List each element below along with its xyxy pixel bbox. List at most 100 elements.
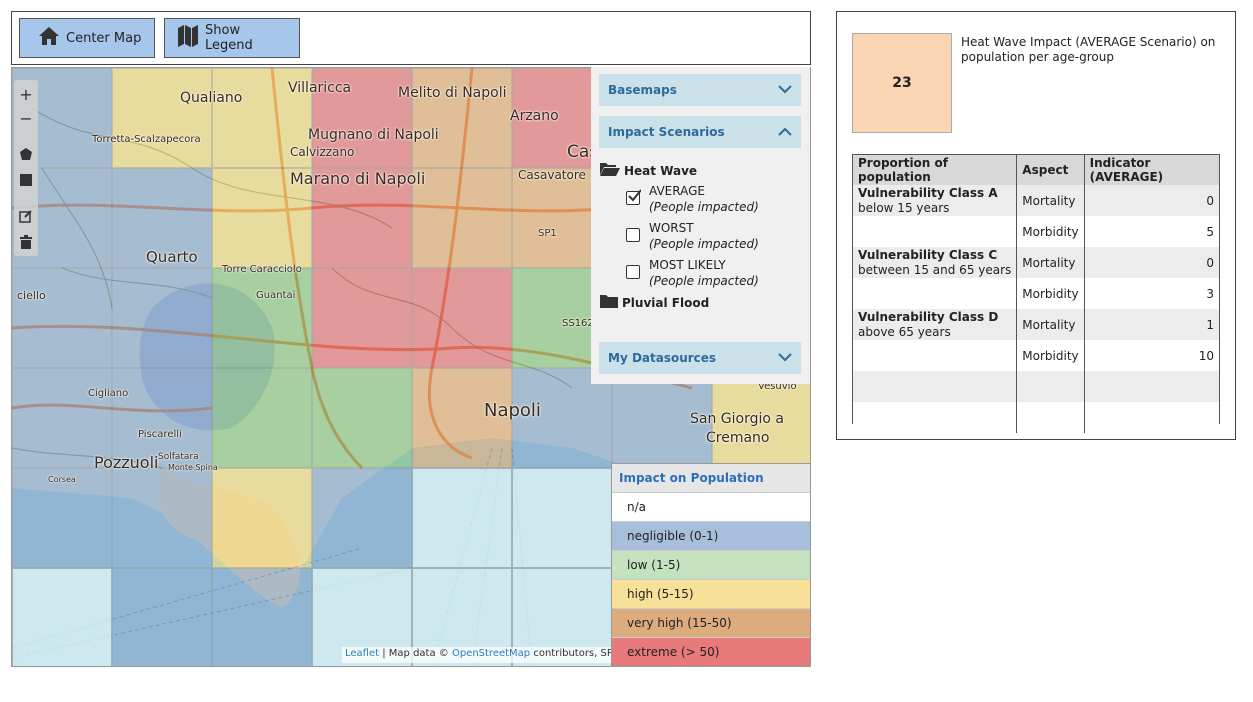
scenario-checkbox-checked[interactable] bbox=[626, 189, 641, 205]
place-label: Melito di Napoli bbox=[398, 85, 507, 101]
impact-cell[interactable] bbox=[412, 468, 512, 568]
impact-cell[interactable] bbox=[312, 368, 412, 468]
impact-cell[interactable] bbox=[212, 268, 312, 368]
vulnerability-cell: Vulnerability Class Cbetween 15 and 65 y… bbox=[853, 247, 1018, 278]
impact-cell[interactable] bbox=[412, 168, 512, 268]
place-label: Calvizzano bbox=[290, 145, 355, 159]
place-label: Quarto bbox=[146, 248, 198, 266]
scenario-checkbox[interactable] bbox=[626, 265, 640, 279]
basemaps-accordion[interactable]: Basemaps bbox=[599, 74, 801, 106]
place-label: Cremano bbox=[706, 430, 770, 446]
chevron-down-icon bbox=[778, 83, 792, 97]
show-legend-label: Show Legend bbox=[205, 23, 253, 53]
table-row: Vulnerability Class Cbetween 15 and 65 y… bbox=[853, 247, 1219, 278]
age-range: above 65 years bbox=[858, 324, 951, 339]
impact-value-badge: 23 bbox=[852, 33, 952, 133]
impact-cell[interactable] bbox=[12, 268, 112, 368]
legend-item: high (5-15) bbox=[612, 579, 810, 608]
empty-cell bbox=[1084, 402, 1219, 433]
basemaps-label: Basemaps bbox=[608, 83, 677, 97]
center-map-button[interactable]: Center Map bbox=[19, 18, 155, 58]
indicator-cell: 0 bbox=[1084, 247, 1219, 278]
scenario-checkbox[interactable] bbox=[626, 228, 640, 242]
place-label: Torre Caracciolo bbox=[222, 264, 302, 275]
pluvial-flood-folder[interactable]: Pluvial Flood bbox=[600, 294, 709, 311]
place-label: Marano di Napoli bbox=[290, 169, 426, 188]
osm-link[interactable]: OpenStreetMap bbox=[452, 648, 530, 659]
table-row: Morbidity 5 bbox=[853, 216, 1219, 247]
impact-summary-panel: 23 Heat Wave Impact (AVERAGE Scenario) o… bbox=[836, 11, 1236, 440]
vulnerability-cell bbox=[853, 278, 1018, 309]
impact-cell[interactable] bbox=[212, 568, 312, 666]
aspect-cell: Morbidity bbox=[1016, 340, 1085, 371]
leaflet-link[interactable]: Leaflet bbox=[345, 648, 379, 659]
impact-cell[interactable] bbox=[112, 468, 212, 568]
impact-cell[interactable] bbox=[112, 68, 212, 168]
column-header: Indicator (AVERAGE) bbox=[1084, 155, 1219, 185]
place-label: Casavatore bbox=[518, 168, 586, 182]
scenario-sub: (People impacted) bbox=[649, 274, 759, 288]
zoom-out-button[interactable]: − bbox=[14, 106, 38, 130]
legend-item: extreme (> 50) bbox=[612, 637, 810, 666]
indicator-cell: 1 bbox=[1084, 309, 1219, 340]
age-range: below 15 years bbox=[858, 200, 950, 215]
chevron-up-icon bbox=[778, 125, 792, 139]
aspect-cell: Mortality bbox=[1016, 309, 1085, 340]
place-label: SP1 bbox=[538, 228, 557, 239]
delete-layers-icon[interactable] bbox=[14, 230, 38, 254]
vulnerability-cell: Vulnerability Class Abelow 15 years bbox=[853, 185, 1018, 216]
table-row: Morbidity 3 bbox=[853, 278, 1219, 309]
aspect-cell: Morbidity bbox=[1016, 216, 1085, 247]
map-icon bbox=[177, 24, 199, 52]
draw-rectangle-icon[interactable] bbox=[14, 168, 38, 192]
vulnerability-cell bbox=[853, 216, 1018, 247]
place-label: Villaricca bbox=[288, 80, 352, 96]
impact-scenarios-accordion[interactable]: Impact Scenarios bbox=[599, 116, 801, 148]
indicator-cell: 5 bbox=[1084, 216, 1219, 247]
impact-cell[interactable] bbox=[112, 568, 212, 666]
my-datasources-accordion[interactable]: My Datasources bbox=[599, 342, 801, 374]
place-label: Arzano bbox=[510, 108, 559, 124]
place-label: Qualiano bbox=[180, 90, 243, 106]
impact-cell[interactable] bbox=[212, 468, 312, 568]
age-range: between 15 and 65 years bbox=[858, 262, 1012, 277]
scenario-option[interactable]: MOST LIKELY (People impacted) bbox=[626, 258, 801, 290]
zoom-in-button[interactable]: + bbox=[14, 82, 38, 106]
heat-wave-label: Heat Wave bbox=[624, 163, 698, 178]
place-label: Guantai bbox=[256, 290, 296, 301]
attribution-text: | Map data © bbox=[379, 648, 452, 659]
edit-layers-icon[interactable] bbox=[14, 204, 38, 228]
empty-cell bbox=[1084, 371, 1219, 402]
aspect-cell: Morbidity bbox=[1016, 278, 1085, 309]
impact-cell[interactable] bbox=[112, 268, 212, 368]
vulnerability-cell bbox=[853, 340, 1018, 371]
scenario-name: WORST bbox=[649, 221, 694, 235]
place-label: Mugnano di Napoli bbox=[308, 127, 439, 143]
impact-cell[interactable] bbox=[12, 568, 112, 666]
show-legend-button[interactable]: Show Legend bbox=[164, 18, 300, 58]
legend-title: Impact on Population bbox=[612, 464, 810, 492]
place-label: Torretta-Scalzapecora bbox=[92, 134, 201, 145]
draw-polygon-icon[interactable] bbox=[14, 142, 38, 166]
table-row: Morbidity 10 bbox=[853, 340, 1219, 371]
heat-wave-folder[interactable]: Heat Wave bbox=[600, 162, 697, 179]
vulnerability-class: Vulnerability Class C bbox=[858, 247, 998, 262]
scenario-option[interactable]: AVERAGE (People impacted) bbox=[626, 184, 801, 216]
impact-cell[interactable] bbox=[412, 268, 512, 368]
folder-open-icon bbox=[600, 162, 620, 179]
place-label: Solfatara bbox=[158, 452, 199, 462]
impact-cell[interactable] bbox=[512, 468, 612, 568]
impact-cell[interactable] bbox=[212, 368, 312, 468]
impact-table: Proportion of population Aspect Indicato… bbox=[853, 155, 1219, 433]
impact-cell[interactable] bbox=[312, 468, 412, 568]
vulnerability-class: Vulnerability Class A bbox=[858, 185, 998, 200]
aspect-cell: Mortality bbox=[1016, 247, 1085, 278]
column-header: Aspect bbox=[1016, 155, 1085, 185]
chevron-down-icon bbox=[778, 351, 792, 365]
legend-item: negligible (0-1) bbox=[612, 521, 810, 550]
center-map-label: Center Map bbox=[66, 30, 142, 46]
table-row-empty bbox=[853, 402, 1219, 433]
impact-cell[interactable] bbox=[412, 68, 512, 168]
scenario-option[interactable]: WORST (People impacted) bbox=[626, 221, 801, 253]
impact-cell[interactable] bbox=[312, 268, 412, 368]
